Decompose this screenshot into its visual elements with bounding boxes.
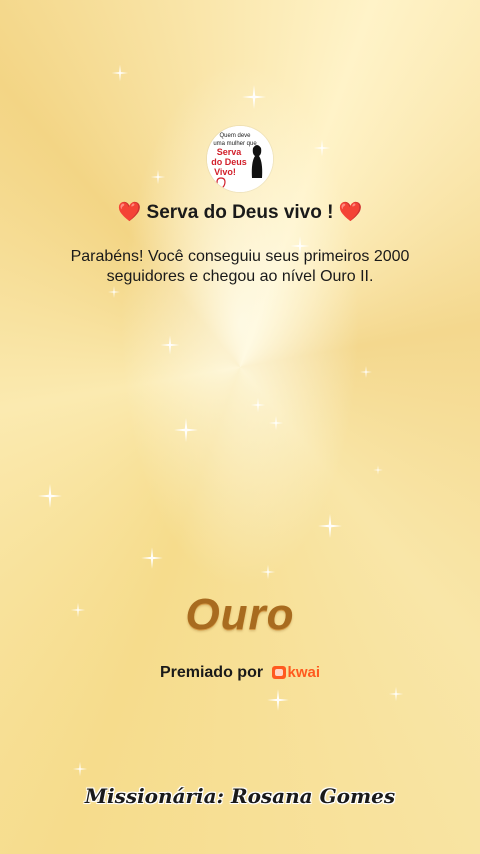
award-line: Premiado por kwai — [0, 664, 480, 682]
praying-woman-icon — [251, 145, 263, 178]
avatar-text-3: Serva — [217, 147, 243, 157]
profile-title: ❤️ Serva do Deus vivo ! ❤️ — [0, 200, 480, 224]
kwai-mark-icon — [271, 666, 286, 680]
profile-avatar[interactable]: Quem deve uma mulher que Serva do Deus V… — [207, 126, 273, 192]
avatar-text-5: Vivo! — [214, 167, 236, 177]
heart-left-icon: ❤️ — [117, 202, 142, 223]
avatar-text-4: do Deus — [211, 157, 247, 167]
kwai-logo: kwai — [271, 664, 321, 682]
avatar-image: Quem deve uma mulher que Serva do Deus V… — [207, 126, 273, 192]
avatar-text-1: Quem deve — [219, 133, 251, 139]
heart-right-icon: ❤️ — [338, 202, 363, 223]
signature-text: Missionária: Rosana Gomes — [84, 784, 396, 808]
award-prefix: Premiado por — [159, 664, 264, 681]
congrats-message: Parabéns! Você conseguiu seus primeiros … — [70, 248, 410, 285]
profile-name: Serva do Deus vivo ! — [146, 202, 334, 223]
kwai-brand: kwai — [287, 664, 321, 682]
